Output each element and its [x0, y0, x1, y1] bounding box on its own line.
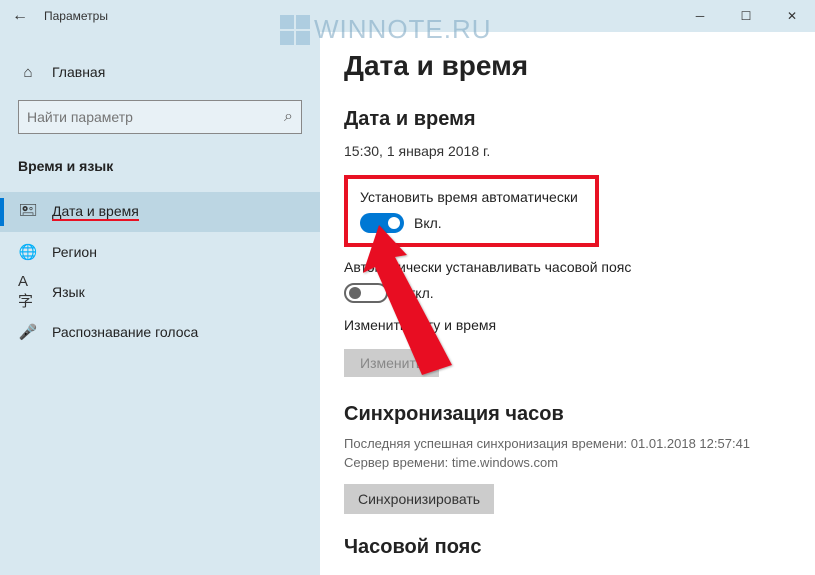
sync-last-line: Последняя успешная синхронизация времени…	[344, 436, 791, 451]
page-title: Дата и время	[344, 50, 791, 82]
section-heading: Дата и время	[344, 108, 791, 131]
search-input[interactable]	[27, 109, 284, 125]
home-icon: ⌂	[18, 64, 38, 81]
window-controls: ─ ☐ ✕	[677, 0, 815, 32]
sync-heading: Синхронизация часов	[344, 403, 791, 426]
microphone-icon: 🎤	[18, 323, 38, 341]
tz-heading: Часовой пояс	[344, 536, 791, 559]
search-box[interactable]: ⌕	[18, 100, 302, 134]
auto-time-label: Установить время автоматически	[360, 189, 583, 205]
highlight-auto-time: Установить время автоматически Вкл.	[344, 175, 599, 247]
auto-tz-state: Откл.	[398, 285, 434, 301]
sidebar-home[interactable]: ⌂ Главная	[0, 52, 320, 92]
main-pane: Дата и время Дата и время 15:30, 1 январ…	[320, 32, 815, 575]
current-datetime: 15:30, 1 января 2018 г.	[344, 143, 791, 159]
auto-time-toggle[interactable]: Вкл.	[360, 213, 583, 233]
titlebar: ← Параметры ─ ☐ ✕	[0, 0, 815, 32]
sidebar: ⌂ Главная ⌕ Время и язык 🖭 Дата и время …	[0, 32, 320, 575]
sidebar-item-label: Дата и время	[52, 203, 139, 221]
sidebar-item-label: Регион	[52, 244, 97, 260]
sidebar-category: Время и язык	[0, 152, 320, 192]
datetime-icon: 🖭	[18, 200, 38, 225]
window-title: Параметры	[44, 9, 108, 23]
sidebar-item-language[interactable]: A字 Язык	[0, 272, 320, 312]
sidebar-item-speech[interactable]: 🎤 Распознавание голоса	[0, 312, 320, 352]
globe-icon: 🌐	[18, 243, 38, 261]
sidebar-item-label: Язык	[52, 284, 85, 300]
sidebar-item-label: Распознавание голоса	[52, 324, 198, 340]
sidebar-item-datetime[interactable]: 🖭 Дата и время	[0, 192, 320, 232]
back-button[interactable]: ←	[0, 7, 40, 25]
language-icon: A字	[18, 273, 38, 311]
sync-server-line: Сервер времени: time.windows.com	[344, 455, 791, 470]
auto-time-state: Вкл.	[414, 215, 442, 231]
minimize-button[interactable]: ─	[677, 0, 723, 32]
close-button[interactable]: ✕	[769, 0, 815, 32]
search-icon: ⌕	[284, 108, 293, 126]
sidebar-item-region[interactable]: 🌐 Регион	[0, 232, 320, 272]
sidebar-home-label: Главная	[52, 64, 105, 80]
sync-button[interactable]: Синхронизировать	[344, 484, 494, 514]
auto-tz-label: Автоматически устанавливать часовой пояс	[344, 259, 791, 275]
change-button: Изменить	[344, 349, 439, 377]
auto-tz-toggle[interactable]: Откл.	[344, 283, 791, 303]
change-datetime-label: Изменить дату и время	[344, 317, 791, 333]
maximize-button[interactable]: ☐	[723, 0, 769, 32]
